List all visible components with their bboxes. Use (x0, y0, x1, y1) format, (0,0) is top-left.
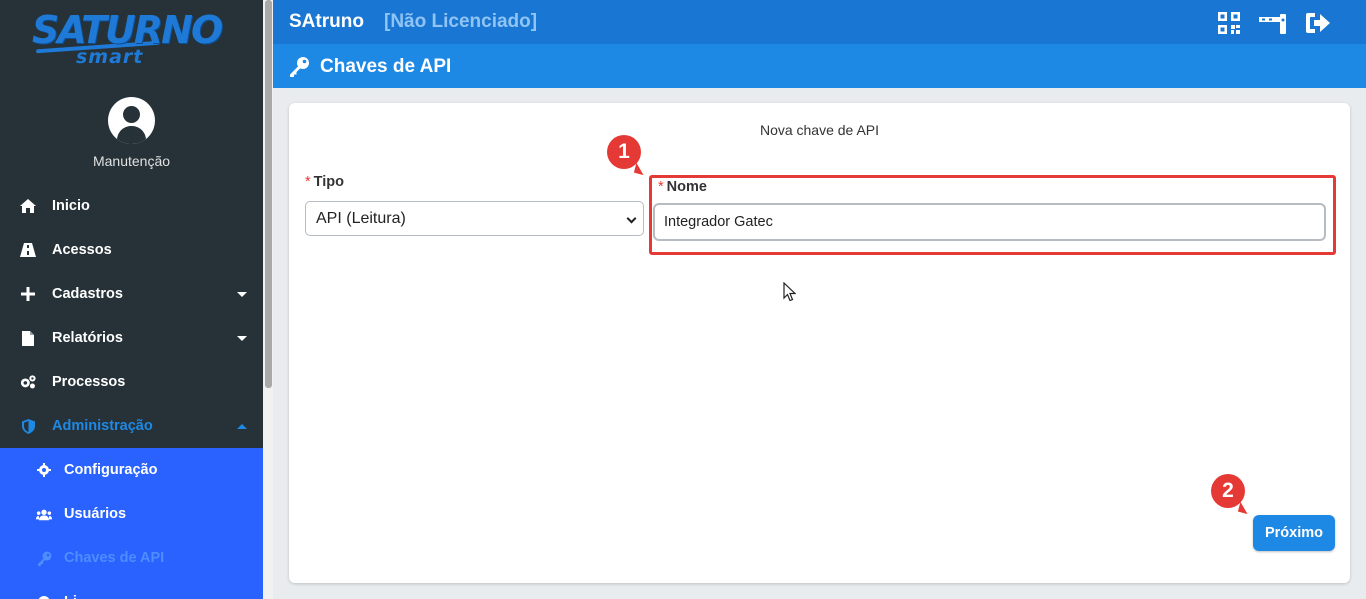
tipo-select-value: API (Leitura) (316, 209, 406, 227)
caret-down-icon (237, 292, 247, 297)
road-icon (20, 242, 36, 258)
app-title: SAtruno (289, 11, 364, 32)
sidebar-item-label: Configuração (64, 462, 158, 478)
sidebar-item-configuracao[interactable]: Configuração (0, 448, 263, 492)
saturno-logo: SATURNO smart (32, 8, 236, 72)
logo-subtext: smart (76, 46, 144, 68)
sidebar-item-label: Chaves de API (64, 550, 165, 566)
sidebar-item-processos[interactable]: Processos (0, 360, 263, 404)
sidebar-item-relatorios[interactable]: Relatórios (0, 316, 263, 360)
sidebar-item-label: Li (64, 594, 77, 599)
mouse-cursor-icon (783, 281, 797, 307)
user-name: Manutenção (92, 153, 171, 169)
gear-icon (36, 462, 52, 478)
sidebar-item-label: Inicio (52, 198, 90, 214)
license-status: [Não Licenciado] (384, 11, 538, 32)
required-mark: * (305, 174, 311, 190)
nome-input[interactable]: Integrador Gatec (653, 203, 1326, 241)
key-icon (289, 56, 310, 82)
users-icon (36, 506, 52, 522)
circle-icon (36, 594, 52, 599)
annotation-badge-2: 2 (1211, 474, 1245, 508)
top-bar: SAtruno [Não Licenciado] (273, 0, 1366, 44)
nome-label-text: Nome (666, 179, 707, 195)
home-icon (20, 198, 36, 214)
qr-code-icon[interactable] (1217, 11, 1243, 35)
plus-icon (20, 286, 36, 302)
nome-input-value: Integrador Gatec (664, 214, 773, 230)
caret-up-icon (237, 424, 247, 429)
sidebar-scrollbar[interactable] (263, 0, 273, 599)
key-icon (36, 550, 52, 566)
sidebar-item-label: Cadastros (52, 286, 123, 302)
sidebar-item-label: Administração (52, 418, 153, 434)
sidebar-item-label: Relatórios (52, 330, 123, 346)
sidebar-item-label: Usuários (64, 506, 127, 522)
avatar[interactable] (108, 97, 155, 144)
page-header: Chaves de API (273, 44, 1366, 88)
tipo-label-text: Tipo (313, 174, 344, 190)
file-icon (20, 330, 36, 346)
nome-label: * Nome (658, 179, 707, 195)
page-title: Chaves de API (320, 56, 452, 77)
proximo-button[interactable]: Próximo (1253, 515, 1335, 551)
sidebar-item-usuarios[interactable]: Usuários (0, 492, 263, 536)
admin-submenu: Configuração Usuários Chaves de API Li (0, 448, 263, 599)
card-title: Nova chave de API (759, 122, 880, 138)
sidebar-item-chaves-de-api[interactable]: Chaves de API (0, 536, 263, 580)
chevron-down-icon (626, 213, 637, 224)
caret-down-icon (237, 336, 247, 341)
sidebar-item-label: Acessos (52, 242, 112, 258)
required-mark: * (658, 179, 664, 195)
sidebar-item-partial[interactable]: Li (0, 580, 263, 599)
avatar-body (117, 126, 146, 144)
sidebar-item-cadastros[interactable]: Cadastros (0, 272, 263, 316)
cogs-icon (20, 374, 36, 390)
tipo-label: * Tipo (305, 174, 344, 190)
form-card: Nova chave de API * Tipo API (Leitura) * N… (289, 103, 1350, 583)
scrollbar-thumb[interactable] (265, 0, 272, 388)
sidebar-item-administracao[interactable]: Administração (0, 404, 263, 448)
sidebar-item-label: Processos (52, 374, 126, 390)
barrier-icon[interactable] (1259, 11, 1286, 35)
sidebar-item-acessos[interactable]: Acessos (0, 228, 263, 272)
avatar-head (123, 106, 140, 123)
sidebar: SATURNO smart Manutenção Inicio Acessos … (0, 0, 263, 599)
logout-icon[interactable] (1305, 11, 1331, 35)
annotation-badge-1: 1 (607, 135, 641, 169)
tipo-select[interactable]: API (Leitura) (305, 201, 644, 236)
sidebar-item-inicio[interactable]: Inicio (0, 184, 263, 228)
shield-icon (20, 418, 36, 434)
